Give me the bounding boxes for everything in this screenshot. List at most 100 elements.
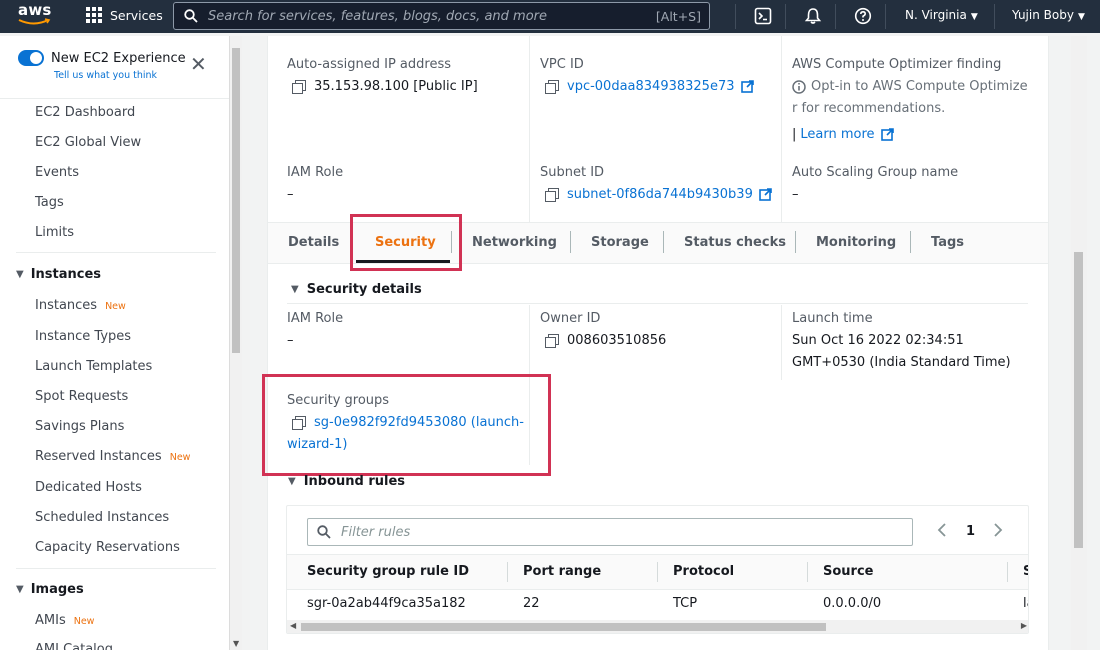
sidebar-item-events[interactable]: Events (35, 165, 79, 180)
sidebar-item-savings-plans[interactable]: Savings Plans (35, 419, 124, 434)
caret-down-icon: ▼ (288, 476, 296, 487)
services-menu-button[interactable]: Services (86, 7, 163, 23)
tab-divider (663, 231, 664, 253)
aws-logo[interactable]: aws (18, 3, 56, 29)
tab-monitoring[interactable]: Monitoring (816, 235, 896, 250)
column-header-protocol[interactable]: Protocol (673, 564, 734, 579)
external-link-icon[interactable] (880, 128, 894, 141)
column-header-rule-id[interactable]: Security group rule ID (307, 564, 469, 579)
scroll-left-arrow-icon[interactable]: ◀ (290, 621, 296, 630)
caret-down-icon: ▼ (16, 269, 24, 280)
caret-down-icon: ▼ (291, 284, 299, 295)
subnet-label: Subnet ID (540, 165, 605, 180)
sidebar-item-launch-templates[interactable]: Launch Templates (35, 359, 152, 374)
sidebar-item-instances[interactable]: Instances New (35, 298, 126, 313)
filter-rules-input[interactable]: Filter rules (307, 518, 913, 546)
vpc-value: vpc-00daa834938325e73 (545, 79, 754, 94)
tab-divider (910, 231, 911, 253)
tab-divider (795, 231, 796, 253)
subnet-link[interactable]: subnet-0f86da744b9430b39 (567, 187, 753, 202)
main-scrollbar[interactable] (1071, 36, 1087, 650)
sidebar: New EC2 Experience Tell us what you thin… (0, 36, 229, 650)
copy-icon[interactable] (545, 333, 559, 348)
ip-label: Auto-assigned IP address (287, 57, 451, 72)
cell-port-range: 22 (523, 596, 540, 611)
column-divider[interactable] (807, 562, 808, 582)
global-search-input[interactable]: Search for services, features, blogs, do… (173, 2, 710, 30)
sidebar-item-spot-requests[interactable]: Spot Requests (35, 389, 128, 404)
copy-icon[interactable] (292, 79, 306, 94)
nav-divider (994, 4, 995, 29)
scrollbar-thumb[interactable] (232, 48, 240, 353)
page-number[interactable]: 1 (966, 524, 975, 539)
cloudshell-icon[interactable] (754, 7, 772, 25)
inbound-rules-header[interactable]: ▼ Inbound rules (288, 474, 405, 489)
launch-time-value-cont: GMT+0530 (India Standard Time) (792, 355, 1011, 370)
tab-status-checks[interactable]: Status checks (684, 235, 786, 250)
security-iam-label: IAM Role (287, 311, 344, 326)
sidebar-scrollbar[interactable]: ▼ (229, 36, 242, 650)
info-icon (792, 79, 806, 94)
learn-more-link[interactable]: | Learn more (792, 127, 894, 142)
tab-details[interactable]: Details (288, 235, 339, 250)
sidebar-item-ami-catalog[interactable]: AMI Catalog (35, 642, 113, 650)
sidebar-section-images[interactable]: ▼ Images (16, 582, 84, 597)
region-selector[interactable]: N. Virginia ▼ (905, 8, 978, 22)
new-badge: New (105, 301, 126, 312)
next-page-icon[interactable] (993, 523, 1003, 541)
sidebar-item-ec2-global-view[interactable]: EC2 Global View (35, 135, 141, 150)
sidebar-item-ec2-dashboard[interactable]: EC2 Dashboard (35, 105, 135, 120)
notifications-bell-icon[interactable] (804, 7, 822, 25)
search-icon (184, 9, 198, 23)
security-iam-value: – (287, 333, 294, 348)
sidebar-item-limits[interactable]: Limits (35, 225, 74, 240)
external-link-icon[interactable] (740, 80, 754, 93)
scroll-down-arrow-icon[interactable]: ▼ (233, 639, 239, 648)
external-link-icon[interactable] (759, 188, 772, 201)
sidebar-item-instance-types[interactable]: Instance Types (35, 329, 131, 344)
scrollbar-thumb[interactable] (1074, 252, 1083, 548)
tab-tags[interactable]: Tags (931, 235, 964, 250)
new-badge: New (73, 616, 95, 627)
security-details-header[interactable]: ▼ Security details (291, 282, 422, 297)
column-header-port-range[interactable]: Port range (523, 564, 601, 579)
tab-divider (570, 231, 571, 253)
tab-networking[interactable]: Networking (472, 235, 557, 250)
scroll-right-arrow-icon[interactable]: ▶ (1021, 621, 1027, 630)
sidebar-item-tags[interactable]: Tags (35, 195, 64, 210)
highlight-box-security-groups (262, 374, 551, 476)
sidebar-item-scheduled-instances[interactable]: Scheduled Instances (35, 510, 169, 525)
feedback-link[interactable]: Tell us what you think (54, 70, 157, 81)
column-header-truncated[interactable]: S (1023, 564, 1028, 579)
sidebar-section-instances[interactable]: ▼ Instances (16, 267, 101, 282)
scrollbar-thumb[interactable] (301, 623, 826, 631)
column-divider[interactable] (1007, 562, 1008, 582)
search-placeholder: Search for services, features, blogs, do… (208, 8, 547, 24)
sidebar-item-reserved-instances[interactable]: Reserved Instances New (35, 449, 190, 464)
column-divider (529, 36, 530, 222)
asg-label: Auto Scaling Group name (792, 165, 959, 180)
toggle-switch[interactable] (18, 50, 44, 66)
close-icon[interactable]: ✕ (190, 54, 207, 74)
divider (0, 98, 229, 99)
sidebar-item-capacity-reservations[interactable]: Capacity Reservations (35, 540, 180, 555)
previous-page-icon[interactable] (937, 523, 947, 541)
column-header-source[interactable]: Source (823, 564, 873, 579)
vpc-link[interactable]: vpc-00daa834938325e73 (567, 79, 735, 94)
account-menu[interactable]: Yujin Boby ▼ (1012, 8, 1085, 22)
column-divider[interactable] (507, 562, 508, 582)
ip-value: 35.153.98.100 [Public IP] (292, 79, 478, 94)
table-horizontal-scrollbar[interactable]: ◀ ▶ (287, 620, 1028, 633)
cell-truncated: la (1023, 596, 1028, 611)
copy-icon[interactable] (545, 79, 559, 94)
copy-icon[interactable] (545, 187, 559, 202)
sidebar-item-amis[interactable]: AMIs New (35, 613, 94, 628)
highlight-box-security-tab (350, 214, 462, 271)
help-icon[interactable] (854, 7, 872, 25)
inbound-rules-table: Filter rules 1 Security group rule ID Po… (286, 505, 1029, 634)
sidebar-item-dedicated-hosts[interactable]: Dedicated Hosts (35, 480, 142, 495)
subnet-value: subnet-0f86da744b9430b39 (545, 187, 772, 202)
column-divider[interactable] (657, 562, 658, 582)
tab-storage[interactable]: Storage (591, 235, 649, 250)
new-experience-toggle[interactable] (18, 50, 44, 66)
